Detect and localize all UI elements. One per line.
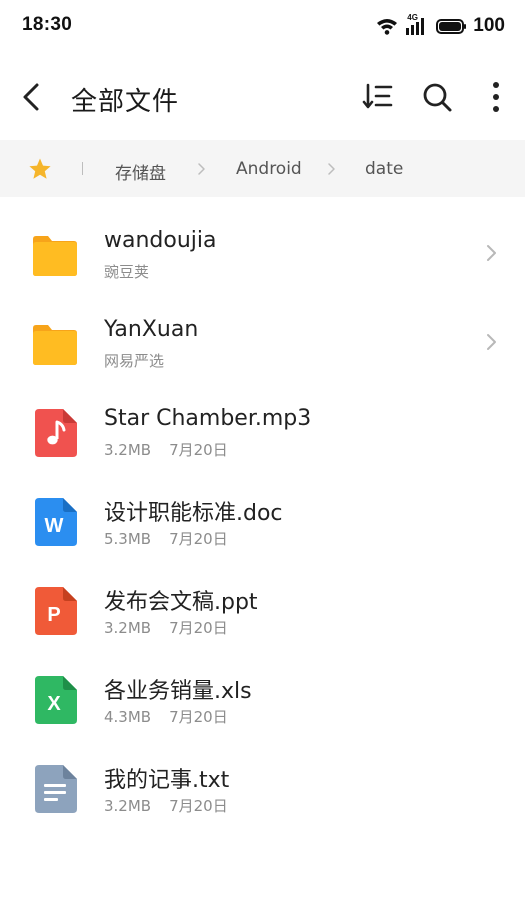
music-file-icon bbox=[35, 409, 77, 457]
file-date: 7月20日 bbox=[169, 530, 228, 548]
file-name: wandoujia bbox=[104, 228, 217, 253]
file-date: 7月20日 bbox=[169, 797, 228, 815]
file-meta: 3.2MB 7月20日 bbox=[104, 439, 228, 460]
breadcrumb-item-storage[interactable]: 存储盘 bbox=[115, 159, 166, 184]
text-file-icon bbox=[35, 765, 77, 813]
list-item[interactable]: 我的记事.txt 3.2MB 7月20日 bbox=[0, 744, 525, 832]
file-name: Star Chamber.mp3 bbox=[104, 406, 312, 431]
file-size: 5.3MB bbox=[104, 530, 152, 548]
word-icon-letter: W bbox=[45, 515, 64, 537]
file-size: 3.2MB bbox=[104, 797, 152, 815]
powerpoint-file-icon: P bbox=[35, 587, 77, 635]
file-subtitle: 豌豆荚 bbox=[104, 263, 150, 281]
word-file-icon: W bbox=[35, 498, 77, 546]
file-date: 7月20日 bbox=[169, 619, 228, 637]
wifi-icon bbox=[377, 19, 398, 35]
page-title: 全部文件 bbox=[71, 87, 180, 117]
status-icons: 4G 100 bbox=[376, 13, 505, 38]
chevron-right-icon bbox=[328, 163, 335, 175]
file-subtitle: 网易严选 bbox=[104, 352, 165, 370]
list-item[interactable]: P 发布会文稿.ppt 3.2MB 7月20日 bbox=[0, 566, 525, 654]
file-date: 7月20日 bbox=[169, 708, 228, 726]
more-icon[interactable] bbox=[480, 81, 512, 113]
excel-file-icon: X bbox=[35, 676, 77, 724]
file-name: YanXuan bbox=[104, 317, 199, 342]
network-type-label: 4G bbox=[407, 13, 418, 22]
powerpoint-icon-letter: P bbox=[47, 604, 60, 626]
folder-icon bbox=[33, 325, 77, 365]
file-date: 7月20日 bbox=[169, 441, 228, 459]
file-name: 各业务销量.xls bbox=[104, 679, 252, 704]
signal-4g-icon: 4G bbox=[405, 13, 429, 36]
file-size: 3.2MB bbox=[104, 441, 152, 459]
star-icon[interactable] bbox=[28, 157, 52, 181]
battery-level: 100 bbox=[473, 15, 505, 36]
sort-icon[interactable] bbox=[362, 81, 394, 113]
search-icon[interactable] bbox=[421, 81, 453, 113]
file-meta: 3.2MB 7月20日 bbox=[104, 795, 228, 816]
file-name: 设计职能标准.doc bbox=[104, 501, 283, 526]
list-item[interactable]: W 设计职能标准.doc 5.3MB 7月20日 bbox=[0, 477, 525, 565]
file-size: 3.2MB bbox=[104, 619, 152, 637]
app-header: 全部文件 bbox=[0, 55, 525, 139]
breadcrumb-divider bbox=[82, 162, 83, 175]
chevron-right-icon bbox=[487, 334, 496, 350]
status-bar: 18:30 4G 100 bbox=[0, 0, 525, 50]
list-item[interactable]: X 各业务销量.xls 4.3MB 7月20日 bbox=[0, 655, 525, 743]
status-time: 18:30 bbox=[22, 14, 73, 35]
chevron-right-icon bbox=[198, 163, 205, 175]
file-name: 我的记事.txt bbox=[104, 768, 230, 793]
back-icon[interactable] bbox=[18, 82, 46, 112]
breadcrumb-item-android[interactable]: Android bbox=[236, 159, 302, 179]
battery-icon bbox=[436, 18, 467, 34]
file-meta: 4.3MB 7月20日 bbox=[104, 706, 228, 727]
file-name: 发布会文稿.ppt bbox=[104, 590, 258, 615]
list-item[interactable]: Star Chamber.mp3 3.2MB 7月20日 bbox=[0, 388, 525, 476]
file-meta: 3.2MB 7月20日 bbox=[104, 617, 228, 638]
file-size: 4.3MB bbox=[104, 708, 152, 726]
breadcrumb: 存储盘 Android date bbox=[0, 140, 525, 197]
folder-icon bbox=[33, 236, 77, 276]
excel-icon-letter: X bbox=[47, 693, 61, 715]
file-meta: 5.3MB 7月20日 bbox=[104, 528, 228, 549]
breadcrumb-item-date[interactable]: date bbox=[365, 159, 403, 179]
list-item[interactable]: YanXuan 网易严选 bbox=[0, 299, 525, 387]
chevron-right-icon bbox=[487, 245, 496, 261]
list-item[interactable]: wandoujia 豌豆荚 bbox=[0, 210, 525, 298]
